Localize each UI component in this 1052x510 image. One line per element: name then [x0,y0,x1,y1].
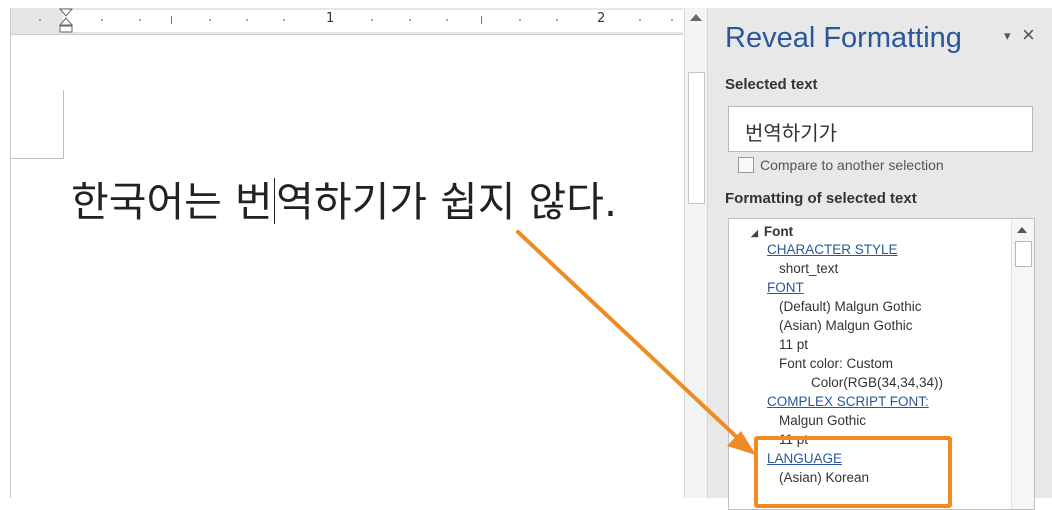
text-caret [273,178,276,224]
font-size-value: 11 pt [779,337,809,352]
ruler-dot [556,19,558,21]
ruler-dot [139,19,141,21]
complex-script-font-value: Malgun Gothic [779,413,867,428]
ruler-text-region [63,10,685,32]
document-text[interactable]: 한국어는 번역하기가 쉽지 않다. [71,168,617,228]
document-scrollbar[interactable] [684,8,707,498]
ruler-dot [209,19,211,21]
character-style-value: short_text [779,261,839,276]
dropdown-triangle-icon[interactable]: ▾ [1004,28,1011,44]
ruler-dot [446,19,448,21]
formatting-scrollbar[interactable] [1011,219,1034,509]
scroll-up-arrow-icon[interactable] [1017,227,1027,233]
page-margin-corner [11,90,64,159]
font-default-value: (Default) Malgun Gothic [779,299,922,314]
ruler-tick [171,16,172,24]
reveal-formatting-panel: Reveal Formatting ▾ × Selected text 번역하기… [707,8,1052,510]
complex-script-font-link[interactable]: COMPLEX SCRIPT FONT: [767,394,929,409]
font-link[interactable]: FONT [767,280,804,295]
ruler-dot [671,19,673,21]
language-highlight-box [754,436,952,508]
ruler-dot [246,19,248,21]
collapse-icon[interactable]: ◢ [751,228,758,238]
ruler-tick [481,16,482,24]
scroll-up-arrow-icon[interactable] [690,14,702,21]
compare-checkbox-row[interactable]: Compare to another selection [738,157,944,173]
ruler-number-2: 2 [597,11,606,26]
ruler-dot [639,19,641,21]
selected-text-value: 번역하기가 [745,121,837,145]
indent-marker-icon[interactable] [59,8,73,36]
font-asian-value: (Asian) Malgun Gothic [779,318,913,333]
ruler[interactable]: 1 2 [11,8,685,36]
character-style-link[interactable]: CHARACTER STYLE [767,242,898,257]
font-heading-label: Font [763,224,794,239]
text-after-caret: 역하기가 쉽지 않다. [276,178,617,226]
font-section-heading[interactable]: ◢ Font [751,224,793,239]
compare-checkbox[interactable] [738,157,754,173]
selected-text-box[interactable]: 번역하기가 [728,106,1033,152]
scrollbar-thumb[interactable] [1015,241,1032,267]
ruler-dot [39,19,41,21]
formatting-heading: Formatting of selected text [725,190,917,207]
font-color-label: Font color: Custom [779,356,894,371]
font-color-value: Color(RGB(34,34,34)) [811,375,944,390]
ruler-dot [371,19,373,21]
compare-label: Compare to another selection [760,157,944,173]
ruler-dot [409,19,411,21]
ruler-number-1: 1 [326,11,335,26]
selected-text-heading: Selected text [725,76,818,93]
document-area[interactable]: 1 2 한국어는 번역하기가 쉽지 않다. [10,8,685,498]
scrollbar-thumb[interactable] [688,72,705,204]
ruler-dot [283,19,285,21]
ruler-dot [101,19,103,21]
panel-title: Reveal Formatting [725,22,962,54]
close-icon[interactable]: × [1022,22,1035,48]
ruler-dot [519,19,521,21]
text-before-caret: 한국어는 번 [71,178,273,226]
